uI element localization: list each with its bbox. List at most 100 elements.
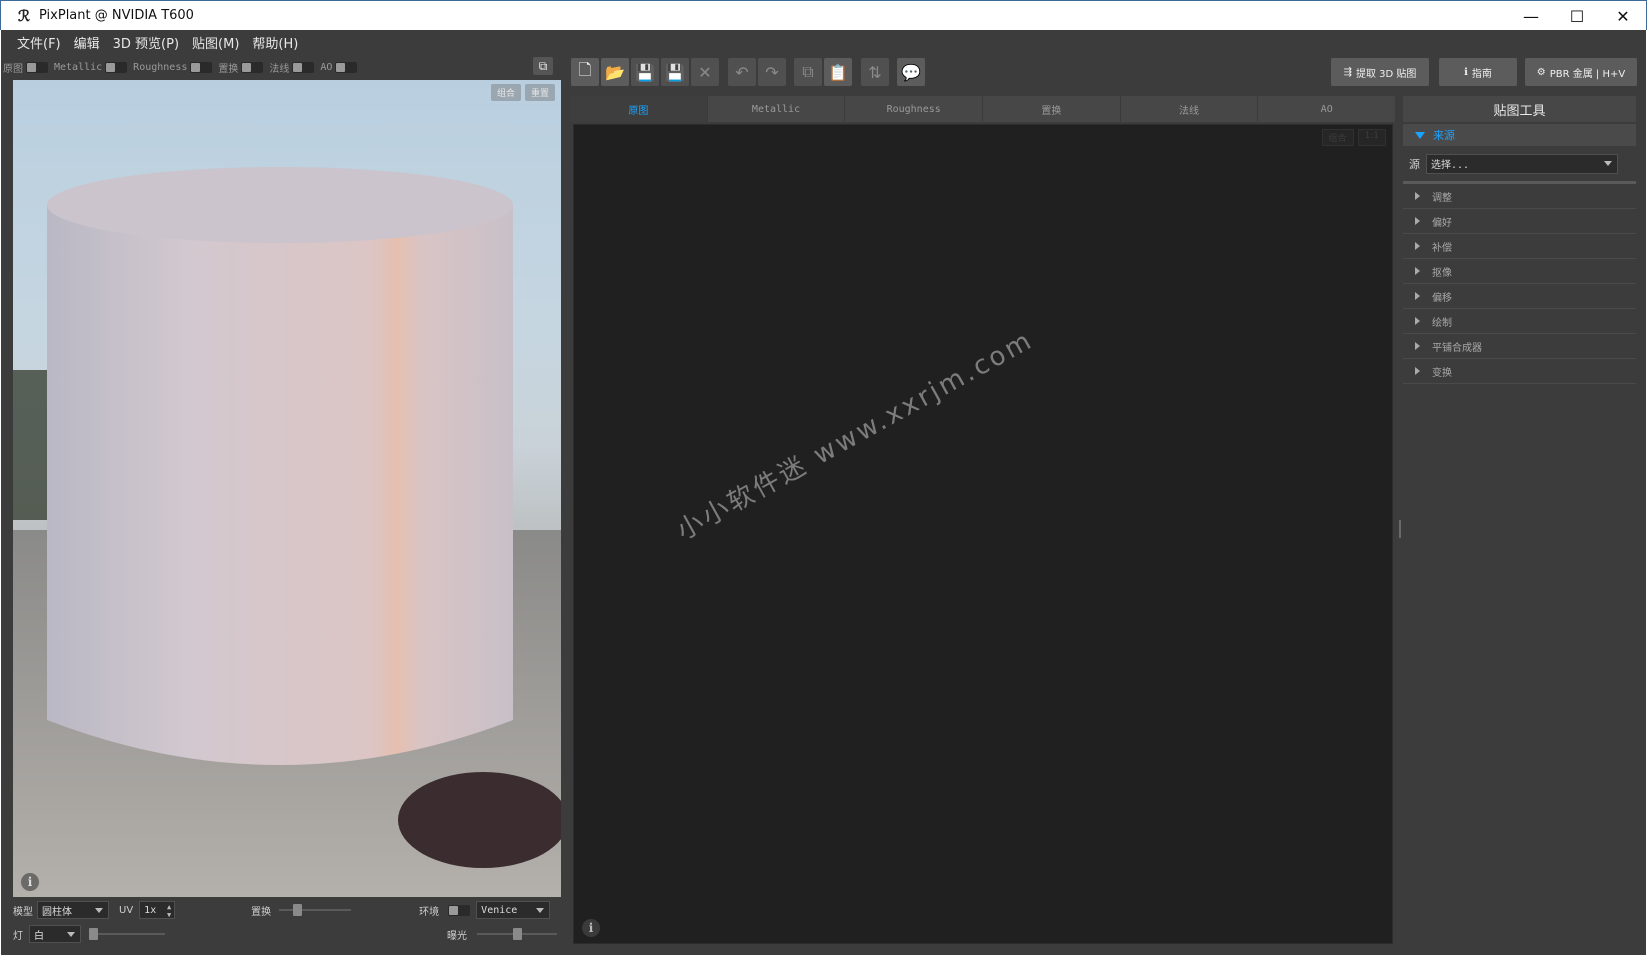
channel-metallic[interactable]: Metallic <box>54 61 128 73</box>
pixplant-logo-icon: ℛ <box>18 6 30 25</box>
tab-metallic[interactable]: Metallic <box>707 96 846 122</box>
channel-ao[interactable]: AO <box>320 61 358 73</box>
tab-ao[interactable]: AO <box>1258 96 1397 122</box>
panel-splitter[interactable] <box>1399 520 1401 538</box>
toggle-switch[interactable] <box>26 61 48 73</box>
redo-button[interactable]: ↷ <box>758 58 786 86</box>
collapsed-triangle-icon <box>1415 267 1420 275</box>
toggle-switch[interactable] <box>335 61 358 73</box>
tab-displacement[interactable]: 置换 <box>983 96 1121 122</box>
tool-preference[interactable]: 偏好 <box>1403 209 1636 234</box>
folder-icon: 📂 <box>605 62 625 82</box>
channel-displacement[interactable]: 置换 <box>218 60 264 75</box>
undo-button[interactable]: ↶ <box>728 58 756 86</box>
menu-3d-preview[interactable]: 3D 预览(P) <box>113 33 179 52</box>
channel-label: Metallic <box>54 61 103 73</box>
cylinder-top <box>47 167 513 243</box>
slider-knob[interactable] <box>513 928 522 940</box>
paste-icon: 📋 <box>828 62 848 82</box>
menu-edit[interactable]: 编辑 <box>74 33 100 52</box>
combine-badge[interactable]: 组合 <box>490 84 521 101</box>
combine-badge[interactable]: 组合 <box>1321 129 1354 146</box>
light-select[interactable]: 白 <box>29 925 81 943</box>
menu-help[interactable]: 帮助(H) <box>252 33 298 52</box>
menu-file[interactable]: 文件(F) <box>17 33 61 52</box>
channel-toggle-bar: 原图 Metallic Roughness 置换 法线 AO ⧉ <box>1 54 561 80</box>
save-button[interactable]: 💾 <box>631 58 659 86</box>
exposure-slider[interactable] <box>477 928 557 940</box>
collapsed-triangle-icon <box>1415 242 1420 250</box>
channel-normal[interactable]: 法线 <box>269 60 315 75</box>
close-window-button[interactable]: ✕ <box>1600 1 1646 31</box>
tool-adjust[interactable]: 调整 <box>1403 184 1636 209</box>
toggle-switch[interactable] <box>105 61 128 73</box>
save-icon: 💾 <box>635 62 655 82</box>
tool-compensate[interactable]: 补偿 <box>1403 234 1636 259</box>
toggle-switch[interactable] <box>190 61 213 73</box>
chevron-down-icon <box>536 908 545 913</box>
chevron-down-icon <box>1604 160 1612 166</box>
toggle-switch[interactable] <box>292 61 315 73</box>
collapsed-triangle-icon <box>1415 367 1420 375</box>
expand-triangle-icon <box>1415 131 1425 139</box>
info-icon[interactable]: i <box>21 873 39 891</box>
pbr-mode-button[interactable]: ⚙ PBR 金属 | H+V <box>1525 58 1637 86</box>
tool-label: 变换 <box>1432 367 1452 379</box>
guide-button[interactable]: ℹ 指南 <box>1439 58 1517 86</box>
tool-label: 偏好 <box>1432 217 1452 229</box>
close-file-button[interactable]: ✕ <box>691 58 719 86</box>
source-row: 源 选择... <box>1403 146 1636 184</box>
toggle-switch[interactable] <box>241 61 264 73</box>
tool-transform[interactable]: 变换 <box>1403 359 1636 384</box>
3d-viewport[interactable]: 组合 重置 i <box>13 80 561 897</box>
channel-label: Roughness <box>133 61 188 73</box>
copy-button[interactable]: ⧉ <box>794 58 822 86</box>
light-slider[interactable] <box>89 928 165 940</box>
copy-icon: ⧉ <box>802 62 814 81</box>
uv-label: UV <box>119 904 134 916</box>
minimize-button[interactable]: — <box>1508 1 1554 31</box>
map-canvas[interactable]: 组合 1:1 小小软件迷 www.xxrjm.com i <box>573 124 1393 944</box>
paste-button[interactable]: 📋 <box>824 58 852 86</box>
save-all-icon: 💾 <box>665 62 685 82</box>
tool-paint[interactable]: 绘制 <box>1403 309 1636 334</box>
popout-icon[interactable]: ⧉ <box>533 57 553 75</box>
model-select[interactable]: 圆柱体 <box>37 901 109 919</box>
tool-label: 平铺合成器 <box>1432 342 1482 354</box>
extract-3d-maps-button[interactable]: ⇶ 提取 3D 贴图 <box>1331 58 1429 86</box>
tab-normal[interactable]: 法线 <box>1120 96 1259 122</box>
tool-tile-synthesizer[interactable]: 平铺合成器 <box>1403 334 1636 359</box>
displace-slider[interactable] <box>279 904 352 916</box>
tool-cutout[interactable]: 抠像 <box>1403 259 1636 284</box>
new-file-button[interactable]: 🗋 <box>571 58 599 86</box>
channel-label: 原图 <box>3 63 23 75</box>
collapsed-triangle-icon <box>1415 317 1420 325</box>
source-section-header[interactable]: 来源 <box>1403 124 1636 146</box>
uv-stepper[interactable]: 1x ▲ ▼ <box>139 901 176 919</box>
extract-icon: ⇶ <box>1343 66 1352 78</box>
environment-select[interactable]: Venice <box>476 901 551 919</box>
maximize-button[interactable]: ☐ <box>1554 1 1600 31</box>
tool-offset[interactable]: 偏移 <box>1403 284 1636 309</box>
zoom-1-1-badge[interactable]: 1:1 <box>1357 129 1386 146</box>
environment-toggle[interactable] <box>448 904 471 916</box>
new-file-icon: 🗋 <box>578 59 592 79</box>
tab-roughness[interactable]: Roughness <box>845 96 984 122</box>
save-all-button[interactable]: 💾 <box>661 58 689 86</box>
comment-button[interactable]: 💬 <box>897 58 925 86</box>
open-folder-button[interactable]: 📂 <box>601 58 629 86</box>
reset-badge[interactable]: 重置 <box>524 84 555 101</box>
menu-maps[interactable]: 贴图(M) <box>192 33 239 52</box>
environment-label: 环境 <box>419 906 440 918</box>
tab-original[interactable]: 原图 <box>570 96 708 122</box>
tool-label: 偏移 <box>1432 292 1452 304</box>
source-select[interactable]: 选择... <box>1426 153 1618 174</box>
info-icon[interactable]: i <box>582 919 600 937</box>
close-icon: ✕ <box>698 62 712 82</box>
slider-knob[interactable] <box>89 928 98 940</box>
swap-button[interactable]: ⇅ <box>861 58 889 86</box>
gear-icon: ⚙ <box>1536 66 1546 78</box>
channel-roughness[interactable]: Roughness <box>133 61 213 73</box>
channel-original[interactable]: 原图 <box>3 60 48 75</box>
slider-knob[interactable] <box>293 904 303 916</box>
